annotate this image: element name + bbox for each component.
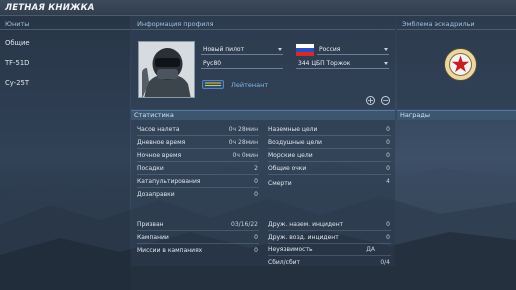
profile-header-divider <box>131 29 395 30</box>
units-header: Юниты <box>5 20 30 28</box>
row-divider <box>137 174 259 175</box>
pilot-avatar[interactable] <box>138 41 195 98</box>
row-divider <box>268 148 391 149</box>
row-divider <box>137 230 259 231</box>
squadron-emblem <box>444 48 477 81</box>
stat-label-friendly-air-incident: Друж. возд. инцидент <box>268 234 339 241</box>
chevron-down-icon <box>384 62 388 65</box>
stat-label-day-time: Дневное время <box>137 139 186 146</box>
stat-label-campaigns: Кампании <box>137 234 169 241</box>
awards-header: Награды <box>400 111 431 119</box>
pilot-helmet-image <box>139 42 194 97</box>
chevron-down-icon <box>278 48 282 51</box>
minus-icon: − <box>382 96 389 105</box>
unit-value: 344 ЦБП Торжок <box>298 60 351 67</box>
units-header-divider <box>0 29 130 30</box>
stat-value-friendly-ground-incident: 0 <box>386 221 390 228</box>
pilot-select-value: Новый пилот <box>203 46 245 53</box>
country-value: Россия <box>319 46 341 53</box>
stat-value-landings: 2 <box>254 165 258 172</box>
stat-value-friendly-air-incident: 0 <box>386 234 390 241</box>
row-divider <box>137 187 259 188</box>
row-divider <box>137 161 259 162</box>
callsign-field[interactable]: Рус80 <box>201 59 283 69</box>
profile-header: Информация профиля <box>137 20 214 28</box>
row-divider <box>268 174 391 175</box>
remove-pilot-button[interactable]: − <box>381 96 390 105</box>
window-title: ЛЕТНАЯ КНИЖКА <box>5 3 95 13</box>
star-emblem-icon <box>444 48 477 81</box>
stat-label-total-score: Общие очки <box>268 165 307 172</box>
stat-label-refuels: Дозаправки <box>137 191 175 198</box>
title-bar: ЛЕТНАЯ КНИЖКА <box>0 0 516 16</box>
row-divider <box>137 148 259 149</box>
stat-label-deaths: Смерти <box>268 180 292 187</box>
stat-label-ground-targets: Наземные цели <box>268 126 318 133</box>
units-sidebar <box>0 16 130 290</box>
stat-value-enlisted: 03/16/22 <box>231 221 258 228</box>
stats-header: Статистика <box>134 111 174 119</box>
stat-value-flight-hours: 0ч 28мин <box>228 126 258 133</box>
pilot-select[interactable]: Новый пилот <box>201 45 283 55</box>
stat-value-total-score: 0 <box>386 165 390 172</box>
chevron-down-icon <box>384 48 388 51</box>
sidebar-item-su25t[interactable]: Су-25Т <box>5 79 29 87</box>
stat-value-campaign-missions: 0 <box>254 247 258 254</box>
stats-section-bar: Статистика <box>131 110 395 120</box>
row-divider <box>268 135 391 136</box>
squadron-header-divider <box>397 29 516 30</box>
rank-insignia-icon <box>202 80 224 89</box>
squadron-header: Эмблема эскадрильи <box>402 20 475 28</box>
row-divider <box>268 230 391 231</box>
stat-value-night-time: 0ч 0мин <box>232 152 258 159</box>
stat-label-landings: Посадки <box>137 165 164 172</box>
stat-value-campaigns: 0 <box>254 234 258 241</box>
sidebar-item-general[interactable]: Общие <box>5 39 30 47</box>
stat-label-friendly-ground-incident: Друж. назем. инцидент <box>268 221 344 228</box>
unit-select[interactable]: 344 ЦБП Торжок <box>296 59 389 69</box>
row-divider <box>268 255 391 256</box>
row-divider <box>268 161 391 162</box>
stat-label-air-targets: Воздушные цели <box>268 139 322 146</box>
rank-label: Лейтенант <box>231 81 269 89</box>
add-pilot-button[interactable]: + <box>366 96 375 105</box>
stat-value-day-time: 0ч 28мин <box>228 139 258 146</box>
country-select[interactable]: Россия <box>317 45 389 55</box>
sidebar-item-tf51d[interactable]: TF-51D <box>5 59 29 67</box>
stat-label-night-time: Ночное время <box>137 152 182 159</box>
stat-value-refuels: 0 <box>254 191 258 198</box>
stat-value-invulnerability: ДА <box>366 246 375 253</box>
row-divider <box>268 243 391 244</box>
row-divider <box>137 135 259 136</box>
awards-section-bar: Награды <box>397 110 516 120</box>
stat-label-invulnerability: Неуязвимость <box>268 246 313 253</box>
stat-label-enlisted: Призван <box>137 221 164 228</box>
stat-label-ejections: Катапультирования <box>137 178 201 185</box>
stat-label-kills-deaths: Сбил/сбит <box>268 259 301 266</box>
stat-label-naval-targets: Морские цели <box>268 152 313 159</box>
stat-value-kills-deaths: 0/4 <box>380 259 390 266</box>
row-divider <box>137 243 259 244</box>
stat-value-ground-targets: 0 <box>386 126 390 133</box>
callsign-value: Рус80 <box>203 60 222 67</box>
plus-icon: + <box>367 96 374 105</box>
russia-flag-icon <box>296 44 314 56</box>
stat-value-ejections: 0 <box>254 178 258 185</box>
stat-label-campaign-missions: Миссии в кампаниях <box>137 247 203 254</box>
stat-label-flight-hours: Часов налета <box>137 126 180 133</box>
stat-value-deaths: 4 <box>386 178 390 185</box>
stat-value-air-targets: 0 <box>386 139 390 146</box>
stat-value-naval-targets: 0 <box>386 152 390 159</box>
